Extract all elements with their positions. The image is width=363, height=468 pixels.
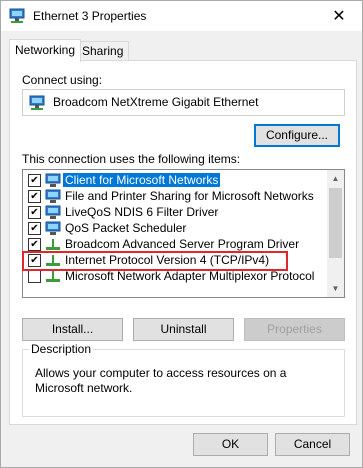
- tab-sharing[interactable]: Sharing: [76, 41, 130, 61]
- adapter-name: Broadcom NetXtreme Gigabit Ethernet: [53, 95, 259, 109]
- window-title: Ethernet 3 Properties: [33, 9, 147, 23]
- item-label: Broadcom Advanced Server Program Driver: [65, 237, 300, 251]
- configure-label: Configure...: [265, 128, 329, 142]
- list-item[interactable]: Microsoft Network Adapter Multiplexor Pr…: [23, 268, 326, 284]
- network-client-icon: [45, 173, 61, 187]
- title-bar: Ethernet 3 Properties ✕: [1, 1, 362, 31]
- network-service-icon: [45, 221, 61, 235]
- install-button[interactable]: Install...: [22, 318, 123, 341]
- description-title: Description: [29, 342, 94, 356]
- item-label: Microsoft Network Adapter Multiplexor Pr…: [65, 269, 315, 283]
- item-checkbox[interactable]: ✔: [28, 222, 41, 235]
- tab-networking-label: Networking: [15, 43, 76, 57]
- list-item[interactable]: ✔ Internet Protocol Version 4 (TCP/IPv4): [23, 252, 326, 268]
- protocol-icon: [46, 239, 60, 250]
- cancel-label: Cancel: [293, 437, 332, 451]
- item-checkbox[interactable]: [28, 270, 41, 283]
- list-item[interactable]: ✔ QoS Packet Scheduler: [23, 220, 326, 236]
- tab-networking[interactable]: Networking: [9, 39, 82, 62]
- properties-label: Properties: [267, 322, 322, 336]
- description-group: Description Allows your computer to acce…: [22, 342, 345, 417]
- scroll-down-icon[interactable]: ▼: [327, 280, 344, 297]
- list-item[interactable]: ✔ Client for Microsoft Networks: [23, 172, 326, 188]
- cancel-button[interactable]: Cancel: [275, 433, 350, 456]
- network-adapter-icon: [29, 95, 45, 110]
- adapter-display: Broadcom NetXtreme Gigabit Ethernet: [22, 89, 345, 116]
- description-text: Allows your computer to access resources…: [35, 366, 287, 395]
- list-item[interactable]: ✔ File and Printer Sharing for Microsoft…: [23, 188, 326, 204]
- ok-label: OK: [221, 437, 240, 451]
- item-checkbox[interactable]: ✔: [28, 206, 41, 219]
- uninstall-button[interactable]: Uninstall: [133, 318, 234, 341]
- connect-using-label: Connect using:: [22, 73, 103, 87]
- item-label: File and Printer Sharing for Microsoft N…: [65, 189, 314, 203]
- item-label: QoS Packet Scheduler: [65, 221, 187, 235]
- tab-sharing-label: Sharing: [82, 44, 124, 58]
- uninstall-label: Uninstall: [160, 322, 207, 336]
- close-button[interactable]: ✕: [316, 1, 362, 31]
- item-checkbox[interactable]: ✔: [28, 254, 41, 267]
- configure-button[interactable]: Configure...: [254, 124, 340, 147]
- scroll-thumb[interactable]: [329, 188, 342, 258]
- close-icon: ✕: [332, 8, 346, 25]
- items-list[interactable]: ✔ Client for Microsoft Networks ✔ File a…: [22, 169, 345, 298]
- item-label: Client for Microsoft Networks: [63, 173, 221, 187]
- network-service-icon: [45, 205, 61, 219]
- network-adapter-icon: [9, 8, 25, 23]
- network-service-icon: [45, 189, 61, 203]
- install-label: Install...: [51, 322, 94, 336]
- list-item[interactable]: ✔ Broadcom Advanced Server Program Drive…: [23, 236, 326, 252]
- item-checkbox[interactable]: ✔: [28, 174, 41, 187]
- scroll-up-icon[interactable]: ▲: [327, 170, 344, 187]
- protocol-icon: [46, 271, 60, 282]
- item-checkbox[interactable]: ✔: [28, 190, 41, 203]
- item-label: Internet Protocol Version 4 (TCP/IPv4): [65, 253, 270, 267]
- ok-button[interactable]: OK: [193, 433, 268, 456]
- properties-dialog: Ethernet 3 Properties ✕ Networking Shari…: [0, 0, 363, 468]
- item-checkbox[interactable]: ✔: [28, 238, 41, 251]
- properties-button[interactable]: Properties: [244, 318, 345, 341]
- items-label: This connection uses the following items…: [22, 152, 241, 166]
- protocol-icon: [46, 255, 60, 266]
- list-scrollbar[interactable]: ▲ ▼: [327, 170, 344, 297]
- list-item[interactable]: ✔ LiveQoS NDIS 6 Filter Driver: [23, 204, 326, 220]
- item-label: LiveQoS NDIS 6 Filter Driver: [65, 205, 219, 219]
- networking-panel: Connect using: Broadcom NetXtreme Gigabi…: [9, 60, 357, 425]
